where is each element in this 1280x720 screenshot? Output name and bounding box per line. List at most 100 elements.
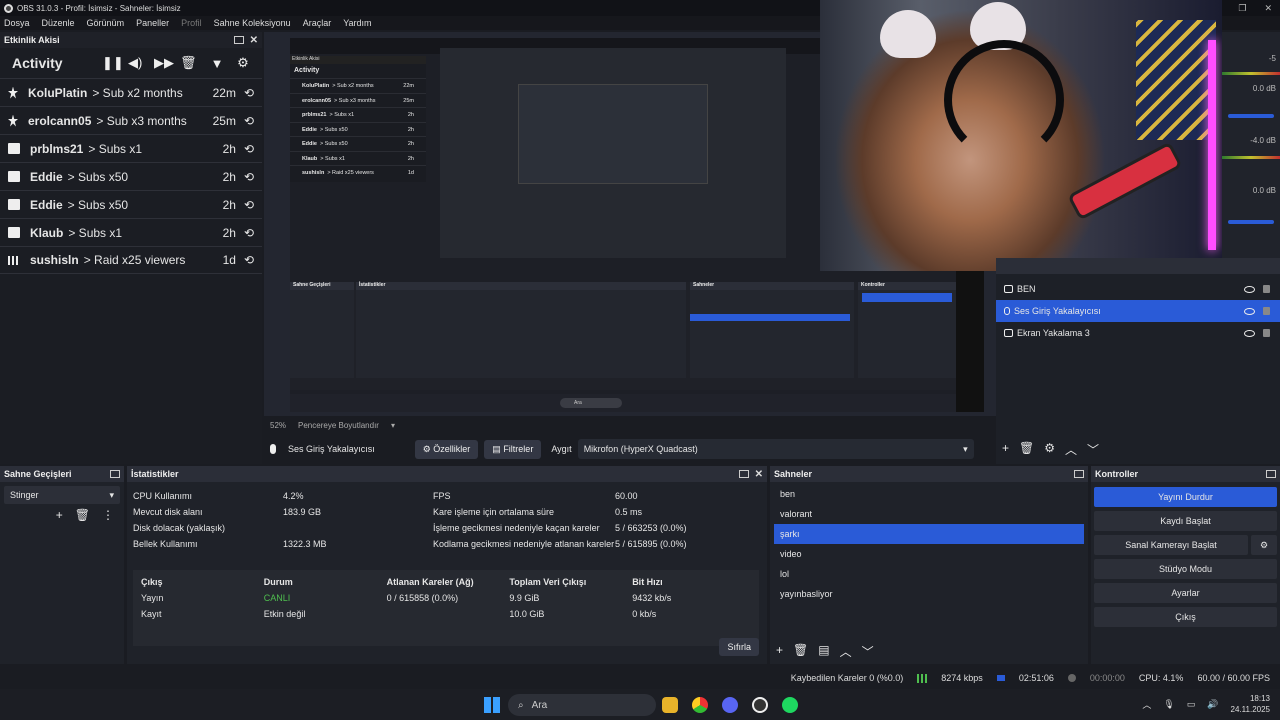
eye-icon[interactable] xyxy=(1244,307,1255,315)
activity-row[interactable]: prblms21 > Subs x1 2h ⟲ xyxy=(0,134,262,162)
transition-select[interactable]: Stinger ▾ xyxy=(4,486,120,504)
replay-icon[interactable]: ⟲ xyxy=(244,170,254,184)
add-icon[interactable]: + xyxy=(776,643,783,660)
activity-row[interactable]: sushisln > Raid x25 viewers 1d ⟲ xyxy=(0,246,262,274)
add-icon[interactable]: + xyxy=(56,508,63,522)
file-explorer-icon[interactable] xyxy=(662,697,678,713)
more-icon[interactable]: ⋮ xyxy=(102,508,114,522)
mixer-slider[interactable] xyxy=(1228,114,1274,118)
filter-icon[interactable]: ▤ xyxy=(818,643,829,660)
activity-row[interactable]: erolcann05 > Sub x3 months 25m ⟲ xyxy=(0,106,262,134)
chevron-down-icon[interactable]: ▾ xyxy=(391,421,395,430)
scene-item[interactable]: lol xyxy=(774,564,1084,584)
gear-icon[interactable]: ⚙ xyxy=(236,55,250,71)
gear-icon[interactable]: ⚙ xyxy=(1251,535,1277,555)
activity-row[interactable]: Eddie > Subs x50 2h ⟲ xyxy=(0,162,262,190)
chevron-up-icon[interactable]: ︿ xyxy=(1142,698,1151,711)
menu-docks[interactable]: Paneller xyxy=(136,18,169,28)
undock-icon[interactable] xyxy=(1266,470,1276,478)
windows-taskbar: ⌕ Ara ︿ 🎙 ▭ 🔊 18:13 24.11.2025 xyxy=(0,689,1280,720)
replay-icon[interactable]: ⟲ xyxy=(244,226,254,240)
stat-value: 0.5 ms xyxy=(615,507,643,517)
activity-row[interactable]: Eddie > Subs x50 2h ⟲ xyxy=(0,190,262,218)
lock-icon[interactable] xyxy=(1263,307,1270,315)
replay-icon[interactable]: ⟲ xyxy=(244,198,254,212)
virtual-camera-button[interactable]: Sanal Kamerayı Başlat xyxy=(1094,535,1248,555)
close-icon[interactable]: ✕ xyxy=(755,469,763,480)
undock-icon[interactable] xyxy=(1074,470,1084,478)
menu-help[interactable]: Yardım xyxy=(343,18,371,28)
trash-icon[interactable]: 🗑 xyxy=(180,55,197,71)
eye-icon[interactable] xyxy=(1244,285,1255,293)
trash-icon[interactable]: 🗑 xyxy=(1019,441,1034,458)
chrome-icon[interactable] xyxy=(692,697,708,713)
settings-button[interactable]: Ayarlar xyxy=(1094,583,1277,603)
source-item[interactable]: Ses Giriş Yakalayıcısı xyxy=(996,300,1280,322)
column-header: Bit Hızı xyxy=(632,577,663,587)
source-item[interactable]: Ekran Yakalama 3 xyxy=(996,322,1280,344)
scene-item[interactable]: yayınbasliyor xyxy=(774,584,1084,604)
start-recording-button[interactable]: Kaydı Başlat xyxy=(1094,511,1277,531)
menu-view[interactable]: Görünüm xyxy=(87,18,125,28)
menu-edit[interactable]: Düzenle xyxy=(42,18,75,28)
volume-icon[interactable]: 🔊 xyxy=(1207,699,1218,710)
scene-item[interactable]: video xyxy=(774,544,1084,564)
neon-light xyxy=(1208,40,1216,250)
skip-icon[interactable]: ▶▶ xyxy=(154,55,174,71)
menu-tools[interactable]: Araçlar xyxy=(303,18,332,28)
pause-icon[interactable]: ❚❚ xyxy=(102,55,124,71)
volume-icon[interactable]: ◀) xyxy=(128,55,142,71)
fit-to-window[interactable]: Pencereye Boyutlandır xyxy=(298,421,379,430)
replay-icon[interactable]: ⟲ xyxy=(244,142,254,156)
captured-activity-row: KoluPlatin > Sub x2 months 22m xyxy=(290,78,426,93)
exit-button[interactable]: Çıkış xyxy=(1094,607,1277,627)
replay-icon[interactable]: ⟲ xyxy=(244,253,254,267)
activity-row[interactable]: Klaub > Subs x1 2h ⟲ xyxy=(0,218,262,246)
undock-icon[interactable] xyxy=(738,470,749,478)
menu-file[interactable]: Dosya xyxy=(4,18,30,28)
activity-panel-title: Etkinlik Akisi xyxy=(4,35,60,45)
lock-icon[interactable] xyxy=(1263,285,1270,293)
filters-button[interactable]: ▤ Filtreler xyxy=(484,439,542,459)
discord-icon[interactable] xyxy=(722,697,738,713)
add-icon[interactable]: + xyxy=(1002,441,1009,458)
obs-taskbar-icon[interactable] xyxy=(752,697,768,713)
gear-icon[interactable]: ⚙ xyxy=(1044,441,1055,458)
stop-stream-button[interactable]: Yayını Durdur xyxy=(1094,487,1277,507)
chevron-down-icon[interactable]: ﹀ xyxy=(1087,441,1099,458)
microphone-icon[interactable]: 🎙 xyxy=(1163,699,1174,710)
menu-scene-collection[interactable]: Sahne Koleksiyonu xyxy=(214,18,291,28)
replay-icon[interactable]: ⟲ xyxy=(244,86,254,100)
scene-item[interactable]: ben xyxy=(774,484,1084,504)
clock[interactable]: 18:13 24.11.2025 xyxy=(1231,693,1270,715)
trash-icon[interactable]: 🗑 xyxy=(75,508,90,522)
reset-button[interactable]: Sıfırla xyxy=(719,638,759,656)
device-select[interactable]: Mikrofon (HyperX Quadcast) ▾ xyxy=(577,439,974,459)
activity-row[interactable]: KoluPlatin > Sub x2 months 22m ⟲ xyxy=(0,78,262,106)
mixer-slider[interactable] xyxy=(1228,220,1274,224)
monitor-icon[interactable]: ▭ xyxy=(1187,699,1196,710)
filter-icon[interactable]: ▼ xyxy=(210,56,224,71)
spotify-icon[interactable] xyxy=(782,697,798,713)
eye-icon[interactable] xyxy=(1244,329,1255,337)
undock-icon[interactable] xyxy=(233,36,244,44)
scene-item[interactable]: valorant xyxy=(774,504,1084,524)
replay-icon[interactable]: ⟲ xyxy=(244,114,254,128)
source-item[interactable]: BEN xyxy=(996,278,1280,300)
maximize-icon[interactable]: ❐ xyxy=(1238,3,1246,14)
lock-icon[interactable] xyxy=(1263,329,1270,337)
chevron-up-icon[interactable]: ︿ xyxy=(1065,441,1077,458)
chevron-down-icon[interactable]: ﹀ xyxy=(862,643,874,660)
studio-mode-button[interactable]: Stüdyo Modu xyxy=(1094,559,1277,579)
scene-item[interactable]: şarkı xyxy=(774,524,1084,544)
taskbar-search[interactable]: ⌕ Ara xyxy=(508,694,656,716)
close-icon[interactable]: ✕ xyxy=(1264,3,1272,14)
windows-start-icon[interactable] xyxy=(484,697,500,713)
properties-button[interactable]: ⚙ Özellikler xyxy=(414,439,479,459)
trash-icon[interactable]: 🗑 xyxy=(793,643,808,660)
undock-icon[interactable] xyxy=(110,470,120,478)
menu-profile[interactable]: Profil xyxy=(181,18,202,28)
mixer-meter xyxy=(1222,156,1280,159)
chevron-up-icon[interactable]: ︿ xyxy=(840,643,852,660)
close-icon[interactable]: ✕ xyxy=(250,35,258,46)
